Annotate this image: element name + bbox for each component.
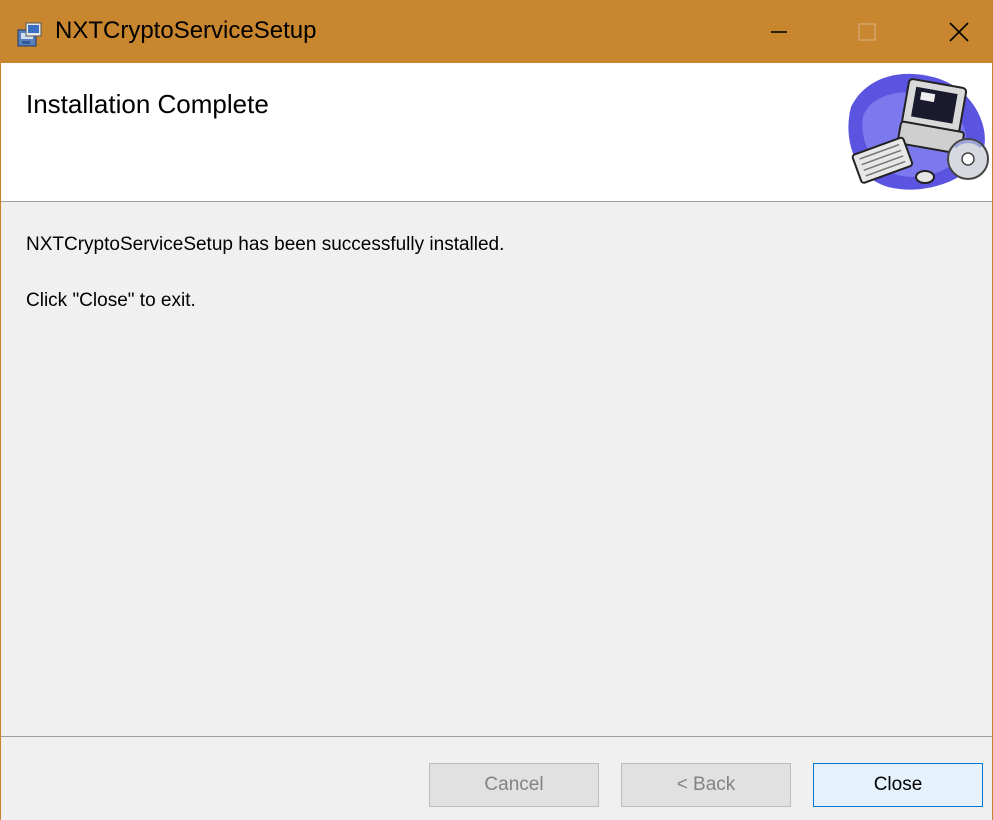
close-instruction: Click "Close" to exit. xyxy=(26,290,196,311)
maximize-icon xyxy=(858,23,876,40)
footer-divider xyxy=(1,736,992,737)
minimize-button[interactable] xyxy=(747,0,811,63)
installer-window: NXTCryptoServiceSetup Installation Compl… xyxy=(0,0,993,820)
maximize-button[interactable] xyxy=(835,0,899,63)
success-message: NXTCryptoServiceSetup has been successfu… xyxy=(26,234,505,255)
title-bar[interactable]: NXTCryptoServiceSetup xyxy=(1,0,992,63)
installer-icon xyxy=(17,22,43,48)
cancel-button[interactable]: Cancel xyxy=(429,763,599,807)
header-banner: Installation Complete xyxy=(1,63,992,202)
computer-illustration-icon xyxy=(833,67,991,199)
close-icon xyxy=(949,21,969,42)
minimize-icon xyxy=(771,30,787,33)
close-window-button[interactable] xyxy=(927,0,991,63)
back-button[interactable]: < Back xyxy=(621,763,791,807)
page-title: Installation Complete xyxy=(26,89,269,119)
window-title: NXTCryptoServiceSetup xyxy=(55,17,317,44)
close-button[interactable]: Close xyxy=(813,763,983,807)
